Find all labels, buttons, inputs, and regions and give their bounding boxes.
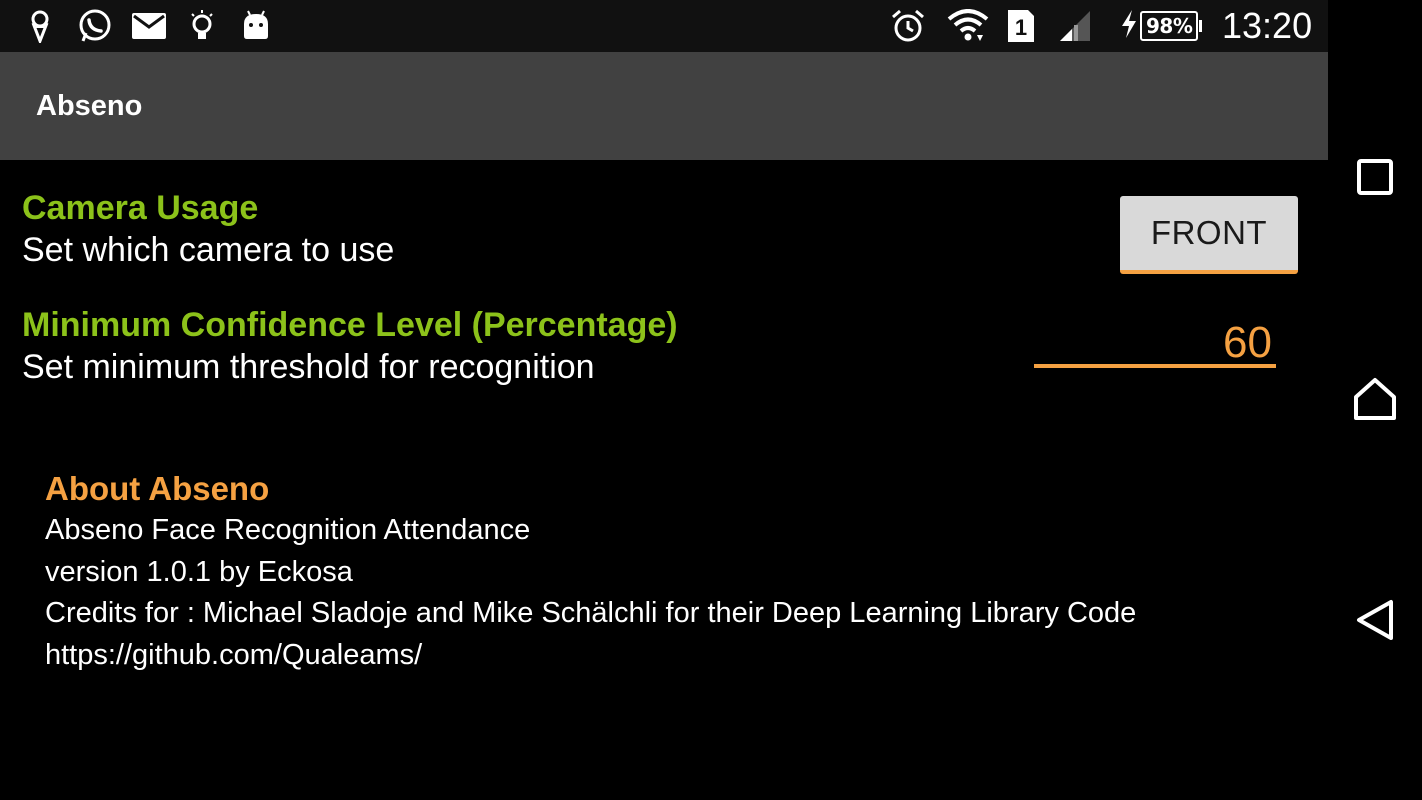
battery-indicator: 98% [1120, 9, 1203, 43]
wifi-icon [946, 8, 990, 44]
battery-nub [1199, 20, 1203, 32]
about-title: About Abseno [45, 470, 270, 507]
home-button[interactable] [1350, 376, 1400, 426]
charging-icon [1120, 9, 1138, 43]
alarm-icon [890, 8, 926, 44]
camera-usage-summary: Set which camera to use [22, 231, 395, 269]
camera-usage-preference[interactable]: Camera Usage Set which camera to use [22, 188, 394, 272]
lightbulb-icon [184, 8, 220, 44]
navigation-bar [1328, 0, 1422, 800]
android-icon [238, 8, 274, 44]
ice-cream-icon [22, 8, 58, 44]
action-bar: Abseno [0, 52, 1328, 160]
whatsapp-icon [77, 8, 113, 44]
camera-usage-title: Camera Usage [22, 189, 259, 227]
recents-icon [1356, 158, 1394, 201]
about-line: Credits for : Michael Sladoje and Mike S… [45, 597, 1137, 629]
confidence-summary: Set minimum threshold for recognition [22, 348, 595, 386]
about-line: Abseno Face Recognition Attendance [45, 514, 531, 546]
signal-icon [1058, 8, 1094, 44]
camera-toggle-button[interactable]: FRONT [1120, 196, 1298, 274]
back-icon [1354, 598, 1396, 647]
confidence-input[interactable]: 60 [1034, 318, 1276, 368]
screen: 1 98% 13:20 Abseno Camera Usage Set whic… [0, 0, 1422, 800]
back-button[interactable] [1350, 597, 1400, 647]
mail-icon [131, 8, 167, 44]
sim-number: 1 [1015, 15, 1027, 40]
status-time: 13:20 [1222, 5, 1313, 46]
sim-1-icon: 1 [1005, 8, 1037, 44]
battery-level: 98% [1140, 11, 1199, 41]
confidence-title: Minimum Confidence Level (Percentage) [22, 306, 678, 344]
about-section: About Abseno Abseno Face Recognition Att… [45, 468, 1136, 676]
confidence-preference[interactable]: Minimum Confidence Level (Percentage) Se… [22, 305, 678, 389]
status-bar: 1 98% 13:20 [0, 0, 1328, 52]
recents-button[interactable] [1350, 154, 1400, 204]
about-line: version 1.0.1 by Eckosa [45, 555, 353, 588]
app-title: Abseno [36, 90, 143, 122]
home-icon [1352, 376, 1398, 427]
about-link[interactable]: https://github.com/Qualeams/ [45, 635, 1136, 677]
